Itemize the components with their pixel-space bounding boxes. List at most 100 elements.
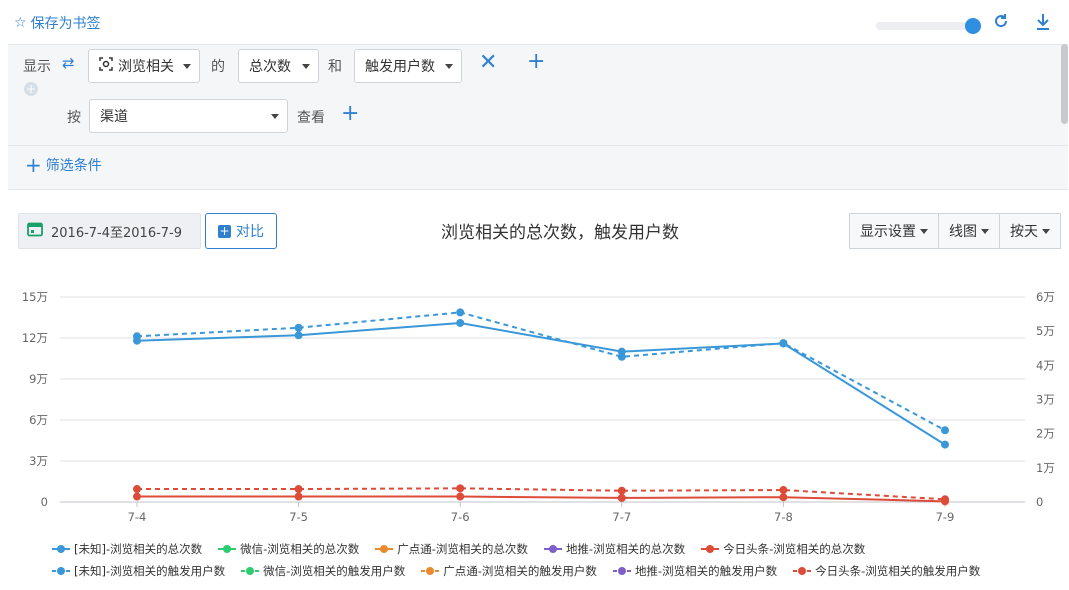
legend-marker xyxy=(793,566,812,576)
remove-metric-icon[interactable]: ✕ xyxy=(479,50,497,75)
data-point xyxy=(617,493,626,502)
data-point xyxy=(779,486,788,495)
date-range-picker[interactable]: 2016-7-4至2016-7-9 xyxy=(18,213,201,249)
data-point xyxy=(617,352,626,361)
save-bookmark-label: 保存为书签 xyxy=(30,16,101,32)
legend-marker xyxy=(241,566,260,576)
scan-icon xyxy=(99,57,113,75)
legend-item[interactable]: 今日头条-浏览相关的总次数 xyxy=(701,541,865,557)
legend-item[interactable]: 地推-浏览相关的总次数 xyxy=(543,541,686,557)
event-select-value: 浏览相关 xyxy=(118,59,174,75)
chevron-down-icon xyxy=(920,228,928,234)
legend-item[interactable]: 地推-浏览相关的触发用户数 xyxy=(612,563,778,579)
legend-label: 地推-浏览相关的触发用户数 xyxy=(634,564,778,578)
legend-row-1: [未知]-浏览相关的总次数 微信-浏览相关的总次数 广点通-浏览相关的总次数 地推-浏… xyxy=(52,541,1062,557)
compare-label: 对比 xyxy=(236,224,264,240)
data-point xyxy=(941,440,949,449)
slider-fill xyxy=(876,22,973,30)
data-point xyxy=(456,308,465,317)
add-group-icon[interactable]: + xyxy=(341,101,359,126)
legend-marker xyxy=(701,544,720,554)
series-line xyxy=(136,321,946,446)
series-line xyxy=(137,495,946,503)
data-point xyxy=(294,485,303,494)
save-bookmark-button[interactable]: ☆ 保存为书签 xyxy=(14,13,101,33)
metric2-select[interactable]: 触发用户数 xyxy=(354,49,462,83)
x-tick-label: 7-5 xyxy=(289,510,308,524)
compare-button[interactable]: + 对比 xyxy=(205,213,277,249)
data-point xyxy=(779,493,788,502)
legend-item[interactable]: 广点通-浏览相关的总次数 xyxy=(375,541,528,557)
data-point xyxy=(941,497,949,506)
top-bar: ☆ 保存为书签 xyxy=(0,0,1069,44)
download-icon[interactable] xyxy=(1035,13,1051,35)
data-point xyxy=(941,426,949,435)
legend-marker xyxy=(218,544,237,554)
add-circle-icon[interactable]: + xyxy=(24,82,38,96)
data-point xyxy=(133,332,141,341)
legend-item[interactable]: 广点通-浏览相关的触发用户数 xyxy=(421,563,597,579)
query-panel: 显示 ⇄ 浏览相关 的 总次数 和 触发用户数 ✕ + + 按 渠道 查看 + … xyxy=(8,44,1068,190)
add-filter-label: 筛选条件 xyxy=(45,158,102,174)
data-point xyxy=(294,331,303,340)
chevron-down-icon xyxy=(183,64,191,69)
add-filter-button[interactable]: + 筛选条件 xyxy=(25,155,102,175)
data-point xyxy=(779,339,788,348)
y-right-tick-label: 3万 xyxy=(1036,393,1055,407)
legend-item[interactable]: 微信-浏览相关的触发用户数 xyxy=(241,563,405,579)
y-left-tick-label: 3万 xyxy=(29,454,48,468)
legend-item[interactable]: [未知]-浏览相关的触发用户数 xyxy=(52,563,225,579)
refresh-icon[interactable] xyxy=(993,13,1009,33)
y-right-tick-label: 1万 xyxy=(1036,461,1055,475)
chevron-down-icon xyxy=(445,64,453,69)
add-metric-icon[interactable]: + xyxy=(527,49,545,74)
legend-marker xyxy=(375,544,394,554)
swap-icon[interactable]: ⇄ xyxy=(62,54,75,72)
x-tick-label: 7-8 xyxy=(774,510,793,524)
chevron-down-icon xyxy=(302,64,310,69)
legend-marker xyxy=(421,566,440,576)
granularity-button[interactable]: 按天 xyxy=(999,213,1061,249)
chart-title: 浏览相关的总次数，触发用户数 xyxy=(441,223,679,243)
legend-label: 今日头条-浏览相关的总次数 xyxy=(723,542,866,556)
zoom-slider[interactable] xyxy=(876,18,981,34)
series-line xyxy=(136,311,946,432)
view-label: 查看 xyxy=(297,110,325,126)
data-point xyxy=(941,495,949,504)
chevron-down-icon xyxy=(981,228,989,234)
legend-marker xyxy=(52,544,70,554)
legend-label: 地推-浏览相关的总次数 xyxy=(565,542,686,556)
display-settings-button[interactable]: 显示设置 xyxy=(849,213,939,249)
data-point xyxy=(294,492,303,501)
legend-item[interactable]: [未知]-浏览相关的总次数 xyxy=(52,541,202,557)
slider-handle[interactable] xyxy=(965,18,981,34)
data-point xyxy=(133,485,141,494)
y-left-tick-label: 0 xyxy=(41,495,48,509)
legend-marker xyxy=(543,544,562,554)
calendar-icon xyxy=(27,221,43,241)
legend-label: 微信-浏览相关的触发用户数 xyxy=(263,564,406,578)
y-left-tick-label: 6万 xyxy=(29,413,48,427)
data-point xyxy=(456,484,465,493)
plus-icon: + xyxy=(25,153,42,177)
legend-marker xyxy=(52,566,70,576)
legend-item[interactable]: 今日头条-浏览相关的触发用户数 xyxy=(793,563,980,579)
event-select[interactable]: 浏览相关 xyxy=(88,49,200,83)
chart-type-button[interactable]: 线图 xyxy=(938,213,1000,249)
chevron-down-icon xyxy=(1042,228,1050,234)
metric-select-value: 总次数 xyxy=(249,59,291,75)
star-icon: ☆ xyxy=(14,15,27,31)
data-point xyxy=(779,339,788,348)
scrollbar[interactable] xyxy=(1061,44,1068,124)
y-right-tick-label: 5万 xyxy=(1036,324,1055,338)
legend-label: 广点通-浏览相关的触发用户数 xyxy=(443,564,597,578)
legend-item[interactable]: 微信-浏览相关的总次数 xyxy=(218,541,359,557)
chart-options: 显示设置 线图 按天 xyxy=(849,213,1061,249)
group-by-select[interactable]: 渠道 xyxy=(89,99,288,133)
series-line xyxy=(137,487,946,501)
metric-select[interactable]: 总次数 xyxy=(238,49,319,83)
y-left-tick-label: 12万 xyxy=(22,331,48,345)
data-point xyxy=(133,492,141,501)
legend-label: [未知]-浏览相关的触发用户数 xyxy=(74,564,226,578)
legend-label: 微信-浏览相关的总次数 xyxy=(240,542,360,556)
